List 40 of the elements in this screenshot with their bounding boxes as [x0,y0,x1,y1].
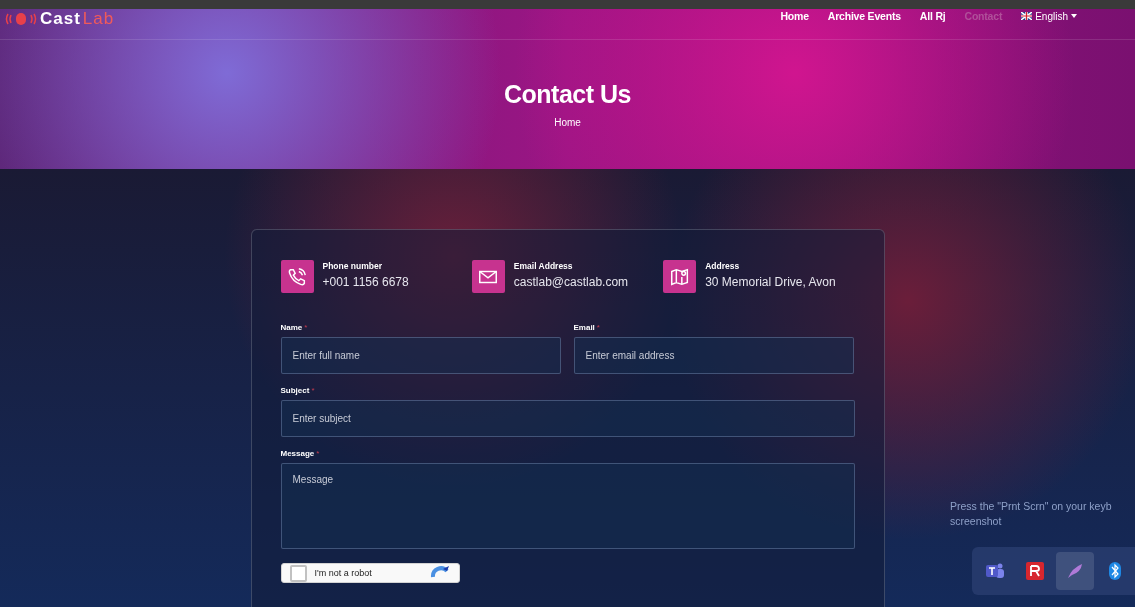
nav-link[interactable]: Home [780,10,809,22]
field-label: Subject [280,386,310,395]
field-label: Email [573,323,595,332]
contact-value: castlab@castlab.com [513,275,629,289]
field-label: Message [280,449,315,458]
contact-label: Email Address [513,261,574,271]
people-icon [985,562,1005,580]
nav-link[interactable]: All Rj [919,10,946,22]
required-mark: * [304,323,308,332]
input-field[interactable]: Enter email address [573,337,854,374]
breadcrumb-link[interactable]: Home [554,117,581,128]
required-mark: * [311,386,315,395]
input-field[interactable]: Enter full name [280,337,561,374]
language-dropdown[interactable]: English [1021,10,1077,22]
contact-value: 30 Memorial Drive, Avon [705,275,836,289]
logo-text: Cast [40,9,81,29]
flag-icon [1021,12,1033,20]
message-field[interactable]: Message [280,463,855,549]
radio-mic-icon [4,12,38,26]
contact-label: Phone number [322,261,383,271]
app-icon [1026,562,1044,580]
contact-label: Address [705,261,741,271]
phone-icon [280,260,314,293]
bluetooth-icon [1109,562,1121,580]
tooltip-text: screenshot [950,515,1003,527]
contact-value: +001 1156 6678 [322,275,409,289]
nav-link[interactable]: Archive Events [827,10,901,22]
required-mark: * [596,323,600,332]
checkbox[interactable] [289,564,307,582]
field-label: Name [280,323,303,332]
required-mark: * [316,449,320,458]
map-pin-icon [663,260,697,293]
logo-text: Lab [82,9,115,29]
input-field[interactable]: Enter subject [280,400,855,437]
page-title: Contact Us [504,80,631,109]
tooltip-text: Press the "Prnt Scrn" on your keyb [950,500,1112,512]
caret-icon [1071,14,1077,18]
captcha-label: I'm not a robot [314,568,373,578]
feather-icon [1066,562,1084,580]
envelope-icon [471,260,505,293]
